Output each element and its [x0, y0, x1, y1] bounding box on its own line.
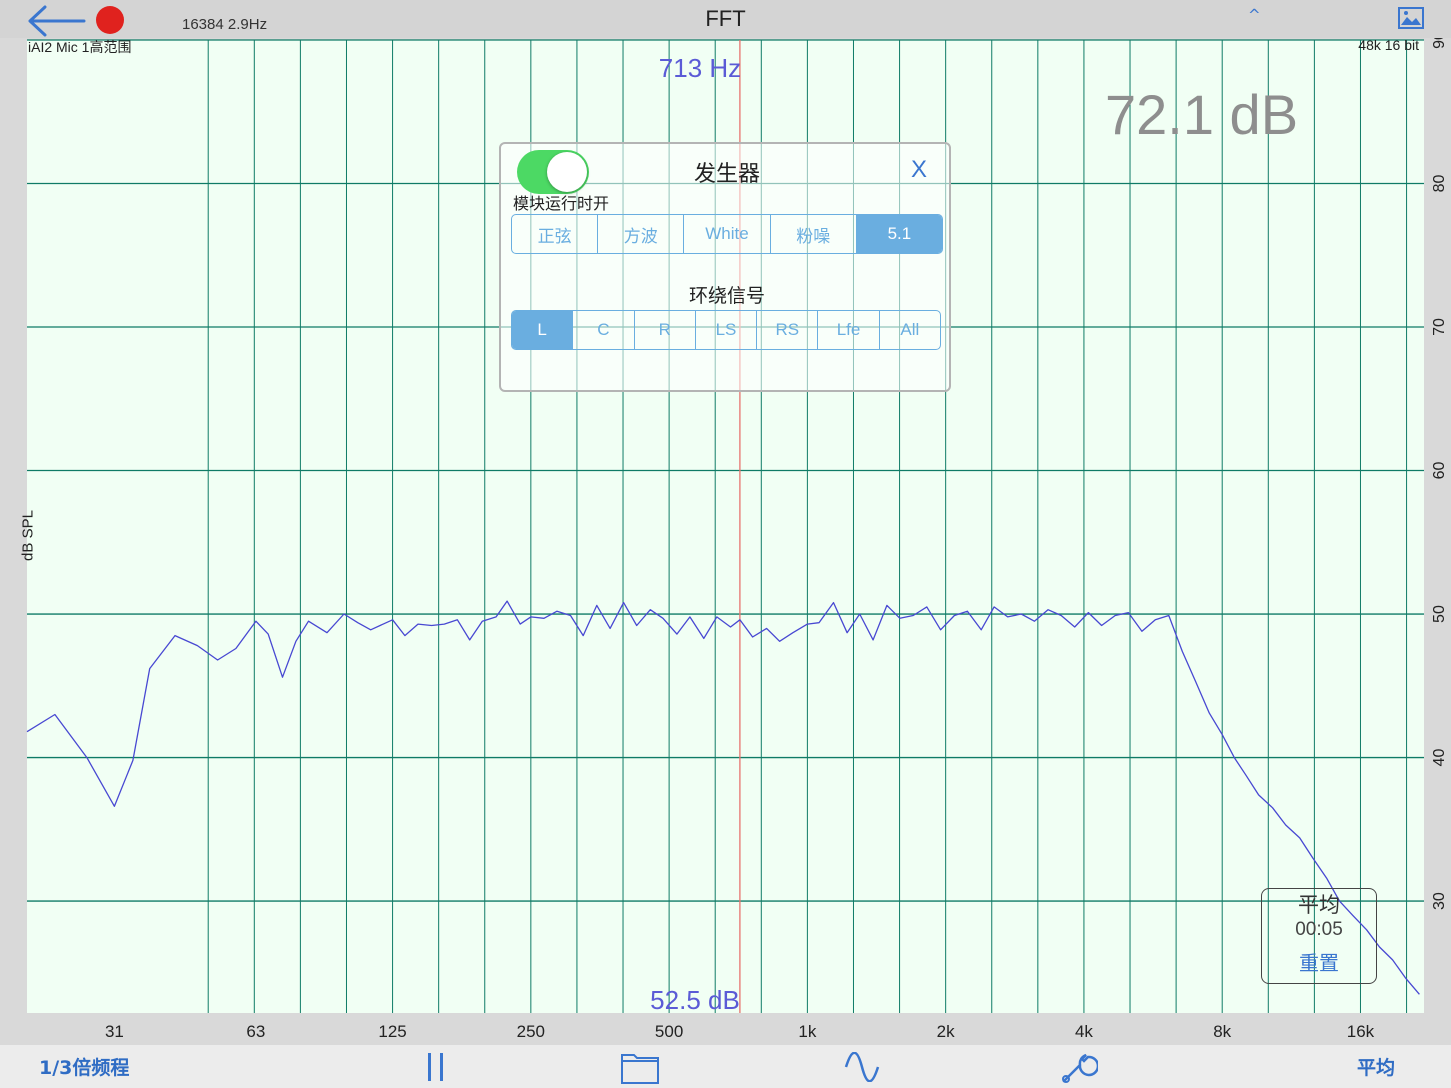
sample-format-label: 48k 16 bit [1358, 37, 1419, 53]
average-mode-button[interactable]: 平均 [1357, 1045, 1395, 1088]
signal-type-pink[interactable]: 粉噪 [771, 215, 857, 253]
channel-ls[interactable]: LS [696, 311, 758, 349]
x-tick-label: 4k [1075, 1022, 1093, 1041]
x-tick-label: 125 [378, 1022, 406, 1041]
average-label: 平均 [1298, 893, 1340, 917]
channel-c[interactable]: C [573, 311, 635, 349]
channel-rs[interactable]: RS [757, 311, 819, 349]
surround-heading: 环绕信号 [688, 285, 765, 307]
reset-button[interactable]: 重置 [1262, 947, 1376, 976]
channel-all[interactable]: All [880, 311, 940, 349]
y-axis-label: dB SPL [19, 510, 37, 561]
signal-type-square[interactable]: 方波 [598, 215, 685, 253]
octave-mode-button[interactable]: 1/3倍频程 [39, 1045, 129, 1088]
cursor-level-readout: 52.5 dB [650, 985, 740, 1015]
image-icon[interactable] [1398, 7, 1424, 29]
channel-lfe[interactable]: Lfe [818, 311, 880, 349]
close-button[interactable]: X [911, 156, 927, 184]
cursor-frequency-readout: 713 Hz [658, 53, 742, 83]
y-tick-label: 70 [1431, 318, 1448, 336]
generator-toggle[interactable] [517, 150, 589, 194]
average-mode-label: 平均 [1357, 1057, 1396, 1079]
y-tick-label: 60 [1431, 462, 1448, 480]
back-arrow-icon[interactable] [28, 4, 88, 38]
x-tick-label: 1k [798, 1022, 816, 1041]
x-tick-label: 31 [105, 1022, 124, 1041]
signal-type-5-1[interactable]: 5.1 [856, 215, 942, 253]
octave-mode-label: 1/3倍频程 [39, 1057, 130, 1079]
x-tick-label: 500 [655, 1022, 683, 1041]
channel-r[interactable]: R [635, 311, 696, 349]
x-tick-label: 63 [246, 1022, 265, 1041]
channel-l[interactable]: L [512, 311, 574, 349]
x-tick-label: 16k [1347, 1022, 1375, 1041]
folder-icon[interactable] [620, 1045, 660, 1088]
channel-selector: L C R LS RS Lfe All [511, 310, 941, 350]
signal-type-sine[interactable]: 正弦 [512, 215, 599, 253]
toggle-knob [547, 152, 587, 192]
x-tick-label: 8k [1213, 1022, 1231, 1041]
toggle-caption: 模块运行时开 [513, 194, 610, 213]
input-device-label: iAI2 Mic 1高范围 [28, 39, 132, 55]
x-tick-label: 2k [937, 1022, 955, 1041]
y-tick-label: 30 [1431, 892, 1448, 910]
y-tick-label: 80 [1431, 175, 1448, 193]
y-tick-label: 50 [1431, 605, 1448, 623]
signal-type-white[interactable]: White [684, 215, 771, 253]
overall-level-readout: 72.1 dB [1105, 83, 1299, 146]
bottom-toolbar: 1/3倍频程 平均 [0, 1045, 1451, 1088]
record-button[interactable] [96, 6, 124, 34]
signal-type-selector: 正弦 方波 White 粉噪 5.1 [511, 214, 943, 254]
pause-icon[interactable] [425, 1045, 447, 1088]
top-bar: 16384 2.9Hz FFT ^ [0, 0, 1451, 38]
average-box: 平均 00:05 重置 [1261, 888, 1377, 984]
wrench-icon[interactable] [1058, 1045, 1098, 1088]
y-tick-label: 40 [1431, 749, 1448, 767]
sine-wave-icon[interactable] [843, 1045, 881, 1088]
generator-panel: 模块运行时开 发生器 X 正弦 方波 White 粉噪 5.1 环绕信号 L C… [499, 142, 951, 392]
expand-caret-button[interactable]: ^ [1248, 6, 1261, 24]
average-time: 00:05 [1295, 919, 1343, 940]
fft-size-resolution: 16384 2.9Hz [182, 16, 268, 33]
x-tick-label: 250 [517, 1022, 545, 1041]
